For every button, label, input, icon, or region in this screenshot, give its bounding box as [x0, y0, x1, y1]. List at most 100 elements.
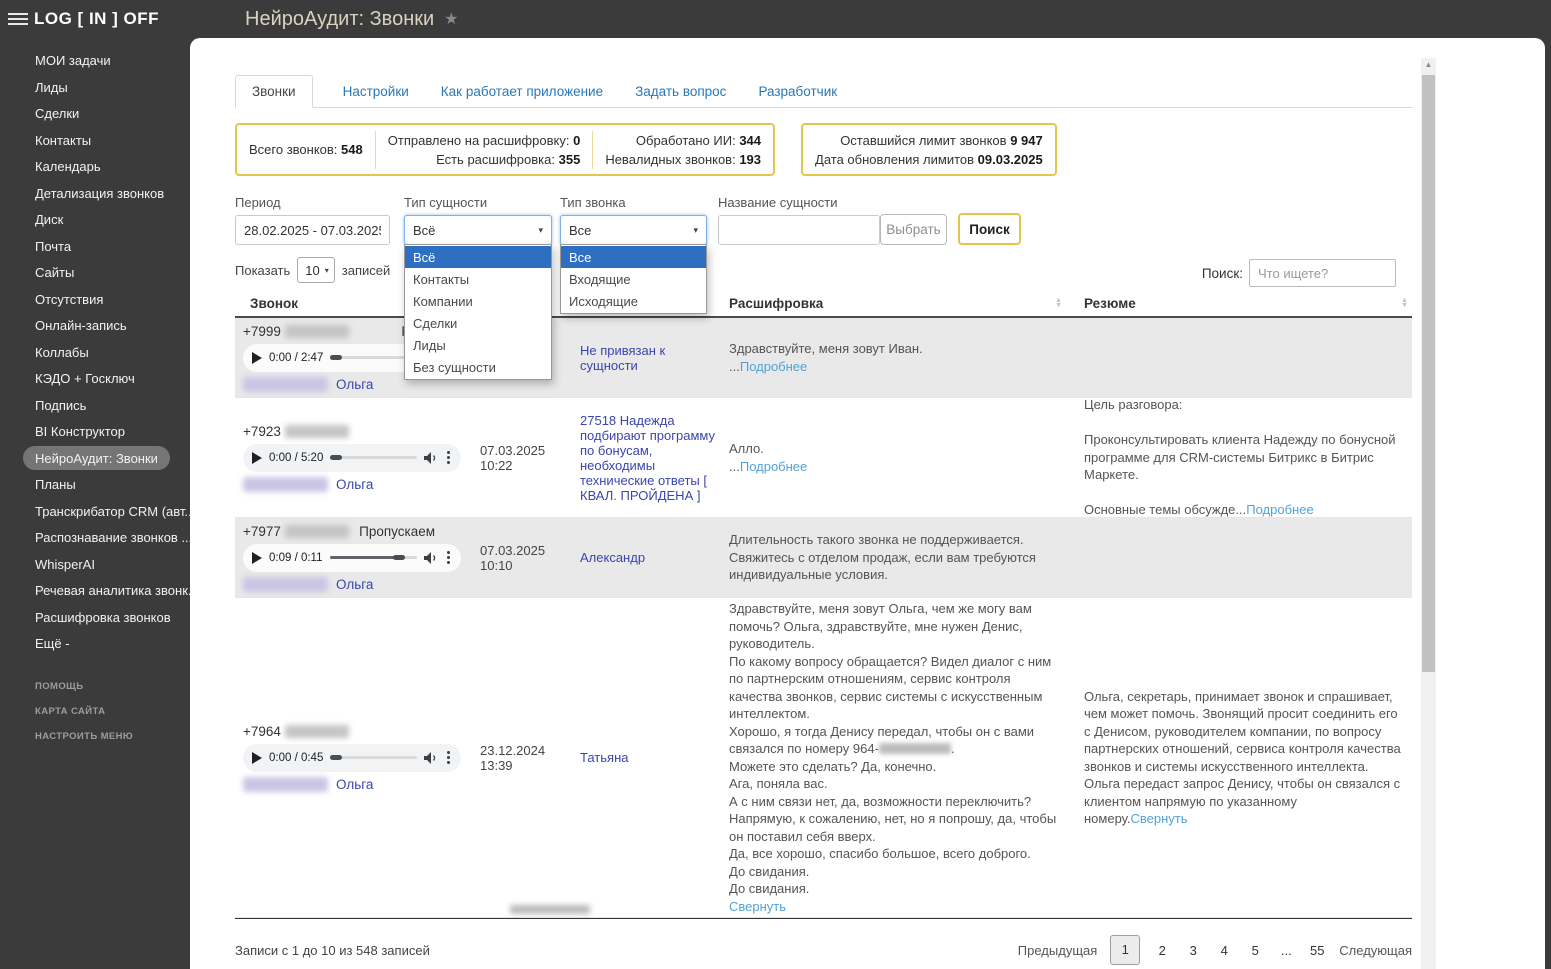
sidebar-footer-item[interactable]: КАРТА САЙТА [35, 699, 190, 724]
tab[interactable]: Звонки [235, 75, 313, 108]
play-icon[interactable] [252, 351, 262, 364]
sidebar-item[interactable]: НейроАудит: Звонки [23, 446, 170, 470]
dropdown-option[interactable]: Все [561, 246, 706, 268]
collapse-link[interactable]: Свернуть [1130, 811, 1187, 826]
expand-link[interactable]: Подробнее [740, 459, 807, 474]
sidebar-item[interactable]: Речевая аналитика звонк... [23, 579, 190, 603]
entity-name-input[interactable] [718, 215, 880, 245]
sidebar-item[interactable]: Почта [23, 234, 83, 258]
contact-link[interactable]: Ольга [336, 577, 373, 592]
sort-icon[interactable]: ▲ ▼ [1055, 297, 1062, 309]
sidebar-item[interactable]: Сайты [23, 261, 86, 285]
sidebar-item[interactable]: Календарь [23, 155, 113, 179]
audio-progress[interactable] [329, 555, 417, 560]
scrollbar[interactable]: ▲ [1421, 58, 1436, 969]
expand-link[interactable]: Подробнее [1246, 502, 1313, 517]
call-type-select[interactable]: Все ▾ [560, 215, 707, 245]
sidebar-item[interactable]: Коллабы [23, 340, 101, 364]
next-page-button[interactable]: Следующая [1339, 943, 1412, 958]
volume-icon[interactable] [424, 751, 438, 764]
sidebar-item[interactable]: Онлайн-запись [23, 314, 139, 338]
sidebar-item[interactable]: Подпись [23, 393, 98, 417]
page-number[interactable]: ... [1277, 943, 1295, 958]
sort-icon[interactable]: ▲ ▼ [1401, 297, 1408, 309]
sidebar-footer-item[interactable]: НАСТРОИТЬ МЕНЮ [35, 724, 190, 749]
sidebar-item[interactable]: WhisperAI [23, 552, 107, 576]
page-number[interactable]: 2 [1153, 943, 1171, 958]
period-input[interactable] [235, 215, 390, 245]
tab[interactable]: Как работает приложение [439, 76, 605, 107]
sidebar-item[interactable]: Транскрибатор CRM (авт... [23, 499, 190, 523]
dropdown-option[interactable]: Исходящие [561, 290, 706, 312]
hamburger-menu-icon[interactable] [8, 10, 28, 28]
sidebar-item[interactable]: Планы [23, 473, 88, 497]
page-number[interactable]: 5 [1246, 943, 1264, 958]
contact-link[interactable]: Ольга [336, 777, 373, 792]
entity-link[interactable]: Татьяна [580, 750, 716, 765]
entity-name-label: Название сущности [718, 195, 838, 210]
sidebar-item[interactable]: Лиды [23, 75, 80, 99]
tab[interactable]: Разработчик [756, 76, 839, 107]
volume-icon[interactable] [424, 451, 438, 464]
sidebar-item[interactable]: Контакты [23, 128, 103, 152]
scroll-up-icon[interactable]: ▲ [1421, 60, 1436, 69]
sidebar-footer: ПОМОЩЬ КАРТА САЙТА НАСТРОИТЬ МЕНЮ [0, 674, 190, 749]
dropdown-option[interactable]: Лиды [405, 334, 551, 356]
dropdown-option[interactable]: Контакты [405, 268, 551, 290]
audio-progress[interactable] [330, 755, 417, 760]
contact-link[interactable]: Ольга [336, 477, 373, 492]
app-logo[interactable]: LOG [ IN ] OFF [34, 9, 159, 29]
entity-link[interactable]: Не привязан к сущности [580, 343, 716, 373]
search-button[interactable]: Поиск [958, 213, 1021, 245]
page-number[interactable]: 3 [1184, 943, 1202, 958]
sidebar-footer-item[interactable]: ПОМОЩЬ [35, 674, 190, 699]
audio-player[interactable]: 0:09 / 0:11 [243, 543, 461, 572]
prev-page-button[interactable]: Предыдущая [1018, 943, 1098, 958]
stat-limit: Оставшийся лимит звонков 9 947 [840, 132, 1043, 148]
volume-icon[interactable] [424, 551, 438, 564]
dropdown-option[interactable]: Входящие [561, 268, 706, 290]
expand-link[interactable]: Подробнее [740, 359, 807, 374]
sidebar-item[interactable]: Диск [23, 208, 75, 232]
sidebar-item[interactable]: Распознавание звонков ... [23, 526, 190, 550]
sidebar-item[interactable]: КЭДО + Госключ [23, 367, 147, 391]
page-size-select[interactable]: 10 ▾ [297, 257, 335, 283]
sidebar-item[interactable]: Отсутствия [23, 287, 115, 311]
play-icon[interactable] [252, 451, 262, 464]
scrollbar-thumb[interactable] [1422, 75, 1435, 672]
sidebar-item[interactable]: МОИ задачи [23, 49, 123, 73]
call-datetime: 07.03.2025 10:22 [480, 442, 546, 473]
dropdown-option[interactable]: Сделки [405, 312, 551, 334]
page-number[interactable]: 4 [1215, 943, 1233, 958]
contact-link[interactable]: Ольга [336, 377, 373, 392]
audio-progress[interactable] [330, 455, 417, 460]
sidebar-item[interactable]: BI Конструктор [23, 420, 137, 444]
sidebar-item[interactable]: Сделки [23, 102, 91, 126]
entity-link[interactable]: Александр [580, 550, 716, 565]
dropdown-option[interactable]: Всё [405, 246, 551, 268]
sidebar-item[interactable]: Ещё - [23, 632, 82, 656]
column-header-summary[interactable]: Резюме ▲ ▼ [1066, 290, 1412, 316]
more-options-icon[interactable] [445, 449, 452, 466]
favorite-star-icon[interactable]: ★ [444, 9, 458, 29]
tab[interactable]: Настройки [341, 76, 411, 107]
dropdown-option[interactable]: Компании [405, 290, 551, 312]
page-number[interactable]: 55 [1308, 943, 1326, 958]
audio-player[interactable]: 0:00 / 5:20 [243, 443, 461, 472]
more-options-icon[interactable] [445, 549, 452, 566]
dropdown-option[interactable]: Без сущности [405, 356, 551, 378]
more-options-icon[interactable] [445, 749, 452, 766]
entity-link[interactable]: 27518 Надежда подбирают программу по бон… [580, 413, 716, 503]
play-icon[interactable] [252, 551, 262, 564]
collapse-link[interactable]: Свернуть [729, 898, 1058, 916]
sidebar-item[interactable]: Расшифровка звонков [23, 605, 183, 629]
page-number[interactable]: 1 [1110, 935, 1141, 965]
audio-player[interactable]: 0:00 / 0:45 [243, 743, 461, 772]
choose-button[interactable]: Выбрать [880, 214, 947, 245]
play-icon[interactable] [252, 751, 262, 764]
sidebar-item[interactable]: Детализация звонков [23, 181, 176, 205]
quick-search-input[interactable] [1249, 259, 1396, 287]
column-header-transcript[interactable]: Расшифровка ▲ ▼ [716, 290, 1066, 316]
entity-type-select[interactable]: Всё ▾ [404, 215, 552, 245]
tab[interactable]: Задать вопрос [633, 76, 728, 107]
